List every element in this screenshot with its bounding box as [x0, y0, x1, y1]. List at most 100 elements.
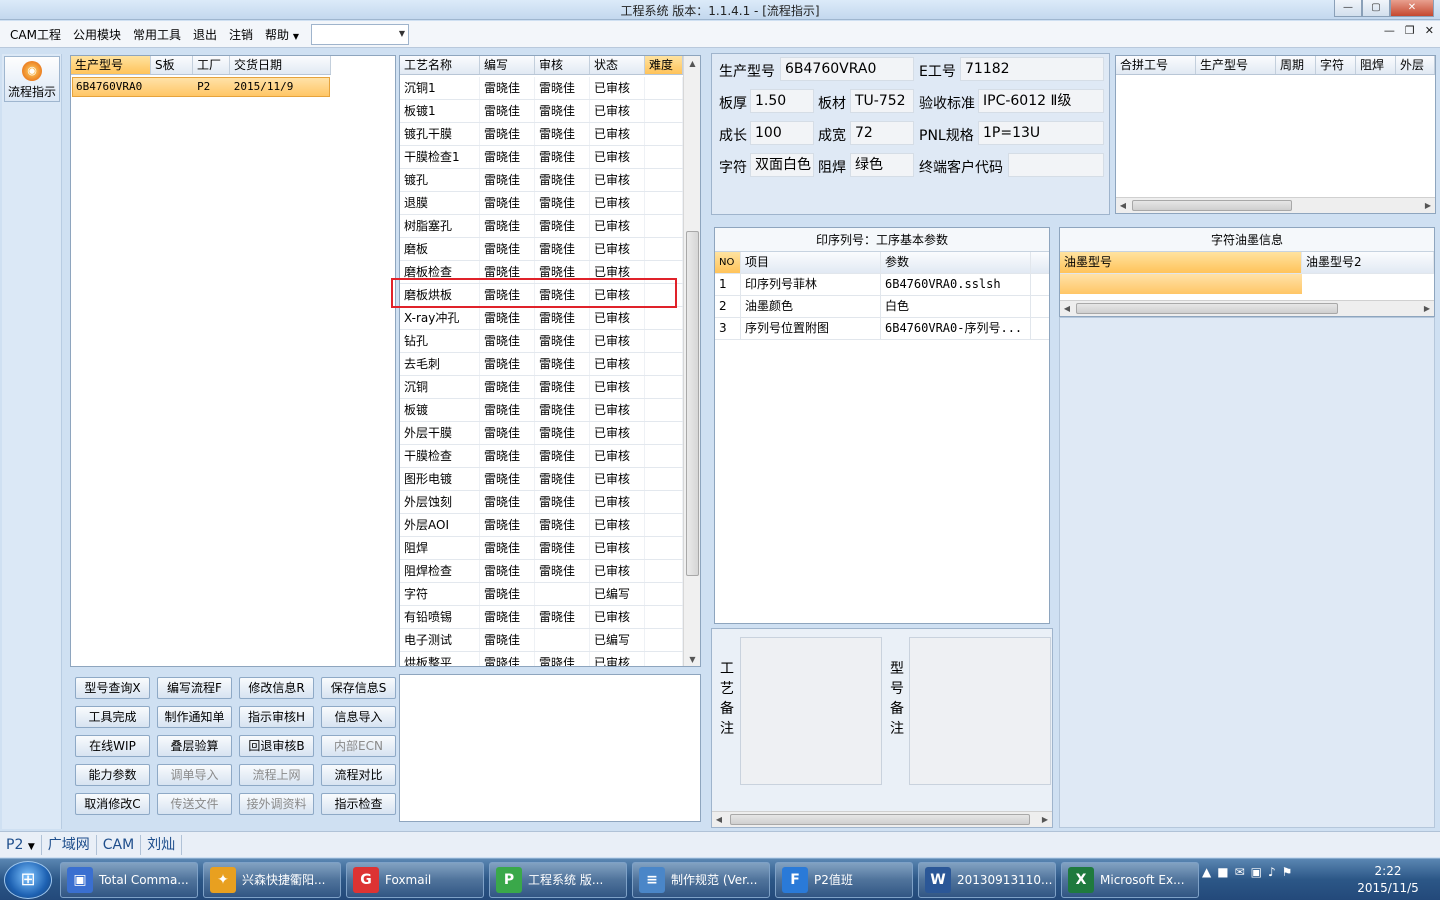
table-row[interactable]: [1060, 274, 1434, 294]
action-button-2-0[interactable]: 在线WIP: [75, 735, 150, 757]
table-row[interactable]: 外层干膜 雷晓佳 雷晓佳 已审核: [400, 422, 683, 445]
action-button-1-1[interactable]: 制作通知单: [157, 706, 232, 728]
scroll-thumb[interactable]: [730, 814, 1030, 825]
menu-common-module[interactable]: 公用模块: [67, 26, 127, 43]
action-button-3-0[interactable]: 能力参数: [75, 764, 150, 786]
action-button-4-1[interactable]: 传送文件: [157, 793, 232, 815]
pnl-field[interactable]: 1P=13U: [978, 121, 1104, 145]
table-row[interactable]: 磨板 雷晓佳 雷晓佳 已审核: [400, 238, 683, 261]
start-button[interactable]: ⊞: [4, 861, 52, 899]
menu-combo[interactable]: ▼: [311, 23, 410, 45]
taskbar-item[interactable]: F P2值班: [775, 862, 913, 898]
menu-help[interactable]: 帮助 ▼: [259, 26, 305, 43]
col-period[interactable]: 周期: [1276, 56, 1316, 74]
volume-icon[interactable]: ♪: [1268, 865, 1276, 879]
action-button-1-3[interactable]: 信息导入: [321, 706, 396, 728]
action-button-0-0[interactable]: 型号查询X: [75, 677, 150, 699]
model-memo-input[interactable]: [909, 637, 1051, 785]
action-button-0-2[interactable]: 修改信息R: [239, 677, 314, 699]
col-delivery-date[interactable]: 交货日期: [230, 56, 331, 74]
mdi-close-button[interactable]: ✕: [1425, 24, 1434, 37]
action-button-2-3[interactable]: 内部ECN: [321, 735, 396, 757]
close-button[interactable]: ✕: [1390, 0, 1434, 17]
action-button-4-0[interactable]: 取消修改C: [75, 793, 150, 815]
action-button-4-3[interactable]: 指示检查: [321, 793, 396, 815]
col-no[interactable]: NO: [715, 252, 741, 273]
col-status[interactable]: 状态: [590, 56, 645, 74]
scroll-thumb[interactable]: [1076, 303, 1338, 314]
menu-cam[interactable]: CAM工程: [4, 26, 67, 43]
table-row[interactable]: 外层蚀刻 雷晓佳 雷晓佳 已审核: [400, 491, 683, 514]
table-row[interactable]: 去毛刺 雷晓佳 雷晓佳 已审核: [400, 353, 683, 376]
col-s-board[interactable]: S板: [151, 56, 193, 74]
scroll-right-icon[interactable]: ▶: [1421, 198, 1435, 213]
col-process-name[interactable]: 工艺名称: [400, 56, 480, 74]
process-table-scrollbar[interactable]: ▲ ▼: [683, 56, 700, 666]
clock[interactable]: 2:22 2015/11/5: [1350, 863, 1426, 897]
tray-flag-icon[interactable]: ⚑: [1282, 865, 1293, 879]
width-field[interactable]: 72: [850, 121, 914, 145]
thickness-field[interactable]: 1.50: [750, 89, 814, 113]
table-row[interactable]: X-ray冲孔 雷晓佳 雷晓佳 已审核: [400, 307, 683, 330]
menu-tools[interactable]: 常用工具: [127, 26, 187, 43]
action-button-0-3[interactable]: 保存信息S: [321, 677, 396, 699]
taskbar-item[interactable]: W 20130913110...: [918, 862, 1056, 898]
table-row[interactable]: 沉铜1 雷晓佳 雷晓佳 已审核: [400, 77, 683, 100]
action-button-3-1[interactable]: 调单导入: [157, 764, 232, 786]
process-memo-input[interactable]: [740, 637, 882, 785]
table-row[interactable]: 板镀 雷晓佳 雷晓佳 已审核: [400, 399, 683, 422]
ink-hscroll[interactable]: ◀ ▶: [1060, 300, 1434, 316]
table-row[interactable]: 镀孔 雷晓佳 雷晓佳 已审核: [400, 169, 683, 192]
table-row[interactable]: 3 序列号位置附图 6B4760VRA0-序列号...: [715, 318, 1049, 340]
col-mask[interactable]: 阻焊: [1356, 56, 1396, 74]
col-ink-model-2[interactable]: 油墨型号2: [1302, 252, 1434, 273]
scroll-thumb[interactable]: [686, 231, 699, 576]
length-field[interactable]: 100: [750, 121, 814, 145]
col-char[interactable]: 字符: [1316, 56, 1356, 74]
taskbar-item[interactable]: X Microsoft Ex...: [1061, 862, 1199, 898]
scroll-left-icon[interactable]: ◀: [712, 812, 726, 827]
scroll-left-icon[interactable]: ◀: [1116, 198, 1130, 213]
table-row[interactable]: 字符 雷晓佳 已编写: [400, 583, 683, 606]
table-row[interactable]: 有铅喷锡 雷晓佳 雷晓佳 已审核: [400, 606, 683, 629]
table-row[interactable]: 图形电镀 雷晓佳 雷晓佳 已审核: [400, 468, 683, 491]
tray-arrow-icon[interactable]: ▲: [1202, 865, 1211, 879]
table-row[interactable]: 阻焊 雷晓佳 雷晓佳 已审核: [400, 537, 683, 560]
minimize-button[interactable]: —: [1334, 0, 1362, 17]
status-factory[interactable]: P2 ▼: [0, 834, 42, 855]
tray-app-icon[interactable]: ■: [1217, 865, 1228, 879]
table-row[interactable]: 干膜检查 雷晓佳 雷晓佳 已审核: [400, 445, 683, 468]
col-merge-model[interactable]: 生产型号: [1196, 56, 1276, 74]
col-factory[interactable]: 工厂: [193, 56, 230, 74]
tray-network-icon[interactable]: ▣: [1251, 865, 1262, 879]
memo-hscroll[interactable]: ◀ ▶: [712, 811, 1052, 827]
action-button-3-2[interactable]: 流程上网: [239, 764, 314, 786]
table-row[interactable]: 阻焊检查 雷晓佳 雷晓佳 已审核: [400, 560, 683, 583]
table-row[interactable]: 镀孔干膜 雷晓佳 雷晓佳 已审核: [400, 123, 683, 146]
taskbar-item[interactable]: P 工程系统 版...: [489, 862, 627, 898]
taskbar-item[interactable]: ≡ 制作规范 (Ver...: [632, 862, 770, 898]
table-row[interactable]: 外层AOI 雷晓佳 雷晓佳 已审核: [400, 514, 683, 537]
scroll-left-icon[interactable]: ◀: [1060, 301, 1074, 316]
taskbar-item[interactable]: ✦ 兴森快捷衢阳...: [203, 862, 341, 898]
mask-field[interactable]: 绿色: [850, 153, 914, 177]
col-writer[interactable]: 编写: [480, 56, 535, 74]
taskbar-item[interactable]: G Foxmail: [346, 862, 484, 898]
table-row[interactable]: 烘板整平 雷晓佳 雷晓佳 已审核: [400, 652, 683, 666]
table-row[interactable]: 树脂塞孔 雷晓佳 雷晓佳 已审核: [400, 215, 683, 238]
table-row[interactable]: 沉铜 雷晓佳 雷晓佳 已审核: [400, 376, 683, 399]
menu-logout[interactable]: 注销: [223, 26, 259, 43]
char-field[interactable]: 双面白色: [750, 153, 814, 177]
action-button-1-0[interactable]: 工具完成: [75, 706, 150, 728]
process-note-area[interactable]: [399, 674, 701, 822]
model-field[interactable]: 6B4760VRA0: [780, 57, 914, 81]
col-merge-no[interactable]: 合拼工号: [1116, 56, 1196, 74]
scroll-right-icon[interactable]: ▶: [1420, 301, 1434, 316]
tray-mail-icon[interactable]: ✉: [1235, 865, 1245, 879]
flow-indicator-button[interactable]: ◉ 流程指示: [4, 56, 60, 102]
maximize-button[interactable]: ▢: [1362, 0, 1390, 17]
taskbar-item[interactable]: ▣ Total Comma...: [60, 862, 198, 898]
action-button-2-1[interactable]: 叠层验算: [157, 735, 232, 757]
table-row[interactable]: 电子测试 雷晓佳 已编写: [400, 629, 683, 652]
mdi-restore-button[interactable]: ❐: [1405, 24, 1415, 37]
